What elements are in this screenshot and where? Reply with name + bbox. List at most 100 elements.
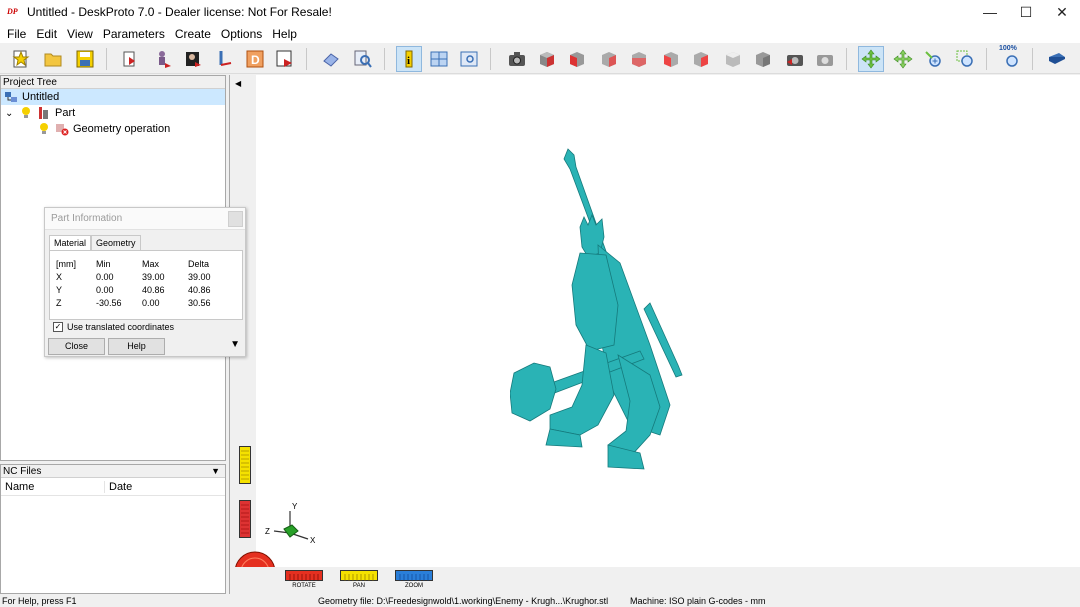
pan-slider[interactable] (340, 570, 378, 581)
minimize-button[interactable]: — (972, 0, 1008, 24)
load-geometry-button[interactable] (118, 46, 144, 72)
drawing-button[interactable]: D (242, 46, 268, 72)
menu-view[interactable]: View (62, 27, 98, 41)
menu-edit[interactable]: Edit (31, 27, 62, 41)
row-max: 40.86 (142, 284, 165, 295)
zoom-window-button[interactable] (952, 46, 978, 72)
new-project-button[interactable] (8, 46, 34, 72)
column-date[interactable]: Date (105, 481, 132, 493)
new-star-icon (12, 50, 30, 68)
menu-options[interactable]: Options (216, 27, 267, 41)
menu-bar: File Edit View Parameters Create Options… (0, 24, 1080, 43)
snapshot-button[interactable] (504, 46, 530, 72)
bitmap-button[interactable] (180, 46, 206, 72)
zoom-100-button[interactable]: 100% (998, 45, 1024, 72)
cube-top-icon (726, 52, 740, 67)
lightbulb-icon[interactable] (19, 106, 33, 120)
help-dialog-button[interactable]: Help (108, 338, 165, 355)
row-delta: 40.86 (188, 284, 211, 295)
row-axis: X (56, 271, 63, 282)
maximize-button[interactable]: ☐ (1008, 0, 1044, 24)
save-button[interactable] (72, 46, 98, 72)
tab-geometry[interactable]: Geometry (91, 235, 141, 250)
view-front-button[interactable] (564, 46, 590, 72)
axis-y-label: Y (292, 503, 298, 511)
pan-label: PAN (353, 583, 365, 589)
collapse-arrow-icon[interactable]: ◀ (235, 79, 241, 88)
view-top-button[interactable] (720, 46, 746, 72)
zoom-mode-button[interactable] (920, 46, 946, 72)
inspect-button[interactable] (350, 46, 376, 72)
close-button[interactable]: ✕ (1044, 0, 1080, 24)
layout-button[interactable] (426, 46, 452, 72)
table-row: Z -30.56 0.00 30.56 (50, 296, 242, 309)
yellow-slider[interactable] (239, 446, 251, 484)
dialog-tabs: Material Geometry (49, 235, 141, 251)
view-left-button[interactable] (658, 46, 684, 72)
eraser-button[interactable] (318, 46, 344, 72)
translated-coordinates-checkbox[interactable]: ✓ (53, 322, 63, 332)
rotate-arrows-icon (861, 49, 881, 69)
part-information-dialog: Part Information Material Geometry [mm] … (44, 207, 246, 357)
view-back-button[interactable] (626, 46, 652, 72)
part-information-button[interactable]: i (396, 46, 422, 72)
open-button[interactable] (40, 46, 66, 72)
lightbulb-icon[interactable] (37, 122, 51, 136)
tree-item-untitled[interactable]: Untitled (1, 89, 225, 105)
menu-parameters[interactable]: Parameters (98, 27, 170, 41)
dropdown-arrow-icon[interactable]: ▼ (211, 465, 225, 477)
tree-item-geometry-operation[interactable]: Geometry operation (1, 121, 225, 137)
previous-view-button[interactable] (782, 46, 808, 72)
folder-icon (44, 53, 62, 67)
3d-viewport[interactable]: ◀ Y Z X ROTATE PAN ZOOM (229, 75, 1080, 594)
place-part-button[interactable] (150, 46, 176, 72)
view-side-button[interactable] (596, 46, 622, 72)
menu-create[interactable]: Create (170, 27, 216, 41)
table-header-row: [mm] Min Max Delta (50, 257, 242, 270)
rotate-slider[interactable] (285, 570, 323, 581)
row-delta: 39.00 (188, 271, 211, 282)
table-row: X 0.00 39.00 39.00 (50, 270, 242, 283)
close-dialog-button[interactable]: Close (48, 338, 105, 355)
eraser-icon (323, 53, 339, 67)
rotate-label: ROTATE (292, 583, 316, 589)
view-iso-button[interactable] (534, 46, 560, 72)
row-axis: Z (56, 297, 62, 308)
view-settings-button[interactable] (456, 46, 482, 72)
cube-back-icon (632, 52, 646, 67)
header-max: Max (142, 258, 160, 269)
menu-help[interactable]: Help (267, 27, 302, 41)
tab-material[interactable]: Material (49, 235, 92, 251)
vector-button[interactable] (212, 46, 238, 72)
header-min: Min (96, 258, 111, 269)
red-slider[interactable] (239, 500, 251, 538)
tree-item-part[interactable]: ⌄ Part (1, 105, 225, 121)
pan-mode-button[interactable] (890, 46, 916, 72)
cube-front-icon (570, 52, 584, 67)
chevron-down-icon[interactable]: ⌄ (5, 108, 19, 119)
column-name[interactable]: Name (1, 480, 105, 493)
camera-icon (509, 52, 525, 66)
next-view-button[interactable] (812, 46, 838, 72)
view-bottom-button[interactable] (750, 46, 776, 72)
project-icon (5, 92, 17, 102)
svg-text:i: i (407, 55, 410, 67)
row-min: 0.00 (96, 284, 114, 295)
zoom-label: ZOOM (405, 583, 423, 589)
project-tree-header: Project Tree (1, 76, 225, 89)
load-geometry-icon (123, 51, 135, 67)
menu-file[interactable]: File (2, 27, 31, 41)
view-right-button[interactable] (688, 46, 714, 72)
save-nc-button[interactable] (272, 46, 298, 72)
dialog-close-icon[interactable] (228, 211, 243, 227)
dialog-title: Part Information (51, 213, 123, 224)
zoom-slider[interactable] (395, 570, 433, 581)
manual-button[interactable] (1044, 46, 1070, 72)
pan-arrows-icon (893, 49, 913, 69)
camera-forward-icon (817, 55, 833, 66)
rotate-mode-button[interactable] (858, 46, 884, 72)
expand-arrow-icon[interactable]: ▼ (230, 339, 240, 350)
dialog-title-bar[interactable]: Part Information (45, 208, 245, 230)
toolbar: D i 100% (0, 43, 1080, 74)
project-tree-title: Project Tree (3, 77, 57, 88)
